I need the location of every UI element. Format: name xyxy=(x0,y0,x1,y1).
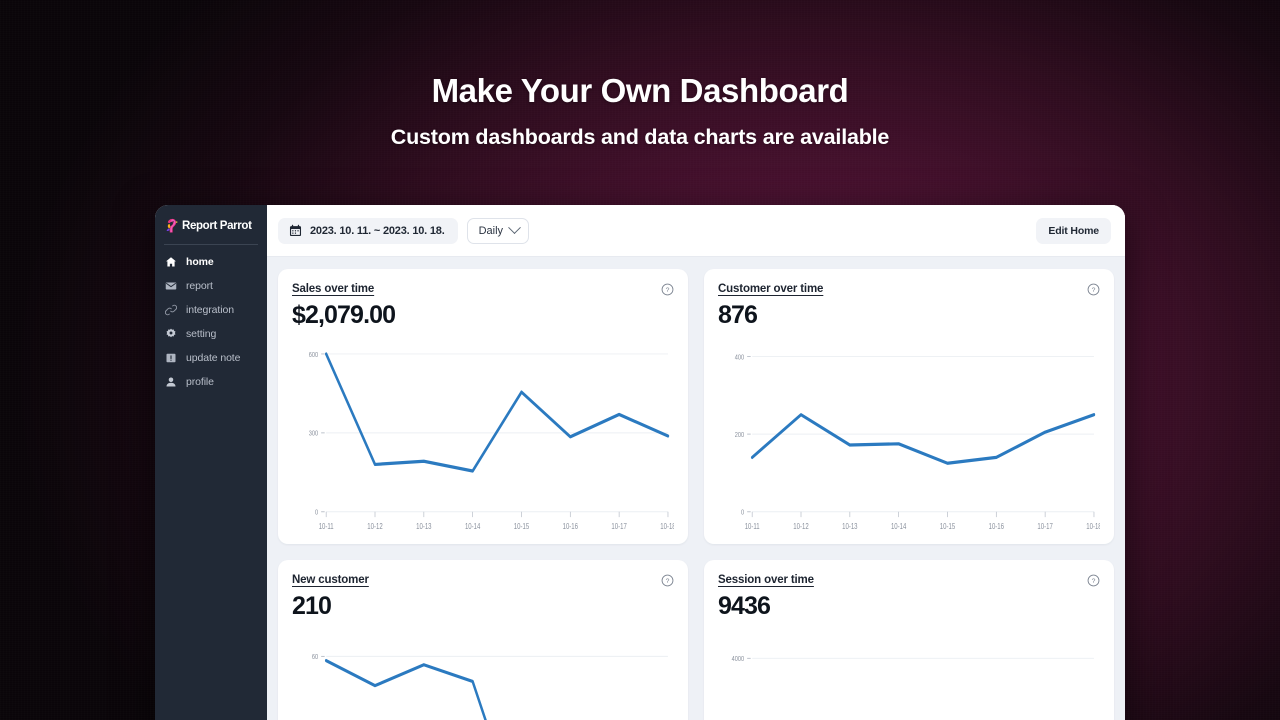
note-alert-icon xyxy=(165,352,177,364)
sidebar-item-label: integration xyxy=(186,304,234,316)
help-circle-icon[interactable]: ? xyxy=(1087,574,1100,587)
page-title: Make Your Own Dashboard xyxy=(431,72,849,109)
card-header: Session over time ? xyxy=(718,574,1100,587)
calendar-icon xyxy=(289,224,302,237)
svg-text:600: 600 xyxy=(309,351,319,359)
sidebar-item-label: profile xyxy=(186,376,214,388)
metric-card-new-customer: New customer ? 210 3060 xyxy=(278,560,688,720)
sidebar-item-label: setting xyxy=(186,328,217,340)
sidebar-item-setting[interactable]: setting xyxy=(155,322,267,346)
sidebar-divider xyxy=(164,244,258,245)
svg-text:10-11: 10-11 xyxy=(319,522,334,531)
card-header: Customer over time ? xyxy=(718,283,1100,296)
chart-session-over-time: 20004000 xyxy=(718,629,1100,720)
chart-sales-over-time: 0 300 600 10-11 10-12 10-13 10-14 10-15 10-16 10-… xyxy=(292,338,674,539)
dashboard-grid: Sales over time ? $2,079.00 0 300 600 10-11… xyxy=(267,257,1125,720)
svg-text:?: ? xyxy=(666,578,670,585)
card-header: New customer ? xyxy=(292,574,674,587)
svg-text:10-14: 10-14 xyxy=(465,522,480,531)
svg-text:10-18: 10-18 xyxy=(1086,522,1100,531)
card-value: 876 xyxy=(718,301,758,329)
svg-text:200: 200 xyxy=(735,431,745,439)
sidebar-item-home[interactable]: home xyxy=(155,250,267,274)
svg-text:10-17: 10-17 xyxy=(1037,522,1052,531)
svg-text:10-11: 10-11 xyxy=(745,522,760,531)
chart-customer-over-time: 0 200 400 10-11 10-12 10-13 10-14 10-15 10-16 10-… xyxy=(718,338,1100,539)
svg-text:60: 60 xyxy=(312,653,319,661)
svg-text:10-16: 10-16 xyxy=(989,522,1004,531)
chevron-down-icon xyxy=(508,221,521,235)
brand[interactable]: Report Parrot xyxy=(155,214,267,237)
card-title[interactable]: Sales over time xyxy=(292,283,374,295)
card-title[interactable]: Customer over time xyxy=(718,283,823,295)
granularity-select[interactable]: Daily xyxy=(466,217,530,244)
svg-text:10-12: 10-12 xyxy=(367,522,382,531)
metric-card-customer-over-time: Customer over time ? 876 0 200 400 10-11 10-… xyxy=(704,269,1114,544)
date-range-picker[interactable]: 2023. 10. 11. ~ 2023. 10. 18. xyxy=(278,217,458,244)
sidebar-item-update-note[interactable]: update note xyxy=(155,346,267,370)
svg-text:10-15: 10-15 xyxy=(940,522,955,531)
card-value: 9436 xyxy=(718,592,771,620)
person-icon xyxy=(165,376,177,388)
app-window: Report Parrot home report integration se… xyxy=(155,205,1125,720)
card-title[interactable]: Session over time xyxy=(718,574,814,586)
svg-text:300: 300 xyxy=(309,430,319,438)
metric-card-session-over-time: Session over time ? 9436 20004000 xyxy=(704,560,1114,720)
help-circle-icon[interactable]: ? xyxy=(1087,283,1100,296)
svg-text:?: ? xyxy=(1092,287,1096,294)
hero-banner: Make Your Own Dashboard Custom dashboard… xyxy=(0,0,1280,150)
sidebar-item-report[interactable]: report xyxy=(155,274,267,298)
envelope-icon xyxy=(165,280,177,292)
help-circle-icon[interactable]: ? xyxy=(661,574,674,587)
card-value: $2,079.00 xyxy=(292,301,396,329)
granularity-value: Daily xyxy=(478,224,504,237)
toolbar: 2023. 10. 11. ~ 2023. 10. 18. Daily Edit… xyxy=(267,205,1125,257)
svg-text:10-13: 10-13 xyxy=(842,522,857,531)
svg-text:10-15: 10-15 xyxy=(514,522,529,531)
sidebar-item-label: home xyxy=(186,256,214,268)
gear-icon xyxy=(165,328,177,340)
chart-new-customer: 3060 xyxy=(292,629,674,720)
svg-text:10-13: 10-13 xyxy=(416,522,431,531)
svg-text:4000: 4000 xyxy=(732,655,745,663)
card-header: Sales over time ? xyxy=(292,283,674,296)
sidebar-item-label: update note xyxy=(186,352,241,364)
home-icon xyxy=(165,256,177,268)
page-subtitle: Custom dashboards and data charts are av… xyxy=(390,125,890,150)
svg-text:?: ? xyxy=(666,287,670,294)
sidebar-item-integration[interactable]: integration xyxy=(155,298,267,322)
card-value: 210 xyxy=(292,592,332,620)
metric-card-sales-over-time: Sales over time ? $2,079.00 0 300 600 10-11… xyxy=(278,269,688,544)
edit-home-button[interactable]: Edit Home xyxy=(1036,217,1111,244)
parrot-logo-icon xyxy=(164,218,179,234)
svg-text:?: ? xyxy=(1092,578,1096,585)
date-range-label: 2023. 10. 11. ~ 2023. 10. 18. xyxy=(310,224,445,237)
main-content: 2023. 10. 11. ~ 2023. 10. 18. Daily Edit… xyxy=(267,205,1125,720)
sidebar-nav: home report integration setting update n… xyxy=(155,250,267,394)
svg-text:10-14: 10-14 xyxy=(891,522,906,531)
help-circle-icon[interactable]: ? xyxy=(661,283,674,296)
svg-text:10-18: 10-18 xyxy=(660,522,674,531)
sidebar-item-label: report xyxy=(186,280,213,292)
brand-name: Report Parrot xyxy=(182,219,252,232)
svg-text:400: 400 xyxy=(735,353,745,361)
card-title[interactable]: New customer xyxy=(292,574,369,586)
svg-text:10-12: 10-12 xyxy=(793,522,808,531)
svg-text:0: 0 xyxy=(315,508,318,516)
svg-text:0: 0 xyxy=(741,508,744,516)
link-icon xyxy=(165,304,177,316)
sidebar: Report Parrot home report integration se… xyxy=(155,205,267,720)
svg-text:10-17: 10-17 xyxy=(611,522,626,531)
svg-text:10-16: 10-16 xyxy=(563,522,578,531)
sidebar-item-profile[interactable]: profile xyxy=(155,370,267,394)
